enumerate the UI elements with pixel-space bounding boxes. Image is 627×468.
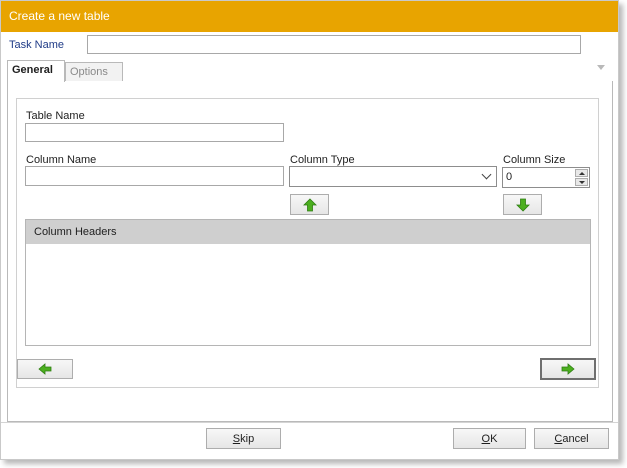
skip-button-label: Skip <box>232 432 255 445</box>
column-headers-list[interactable]: Column Headers <box>25 219 591 346</box>
ok-button-label: OK <box>481 432 498 445</box>
green-arrow-up-icon <box>302 197 317 211</box>
stepper-buttons <box>575 169 588 186</box>
stepper-down-button[interactable] <box>575 178 588 186</box>
chevron-down-icon <box>481 169 492 180</box>
dialog-title-bar: Create a new table <box>1 1 618 32</box>
caret-down-icon <box>579 181 585 184</box>
tab-scroll-icon[interactable] <box>597 65 605 70</box>
move-up-button[interactable] <box>290 194 329 215</box>
caret-up-icon <box>579 172 585 175</box>
cancel-button-label: Cancel <box>554 432 589 445</box>
column-size-stepper[interactable]: 0 <box>502 167 590 188</box>
tab-options[interactable]: Options <box>65 62 123 82</box>
green-arrow-down-icon <box>515 198 530 212</box>
move-down-button[interactable] <box>503 194 542 215</box>
stepper-up-button[interactable] <box>575 169 588 177</box>
back-button[interactable] <box>17 359 73 379</box>
table-name-input[interactable] <box>25 123 284 142</box>
column-size-value: 0 <box>506 171 513 183</box>
green-arrow-left-icon <box>38 363 52 375</box>
tab-general-label: General <box>12 64 53 76</box>
table-name-label: Table Name <box>26 110 85 122</box>
tab-options-label: Options <box>70 66 108 78</box>
column-name-input[interactable] <box>25 166 284 186</box>
column-type-select[interactable] <box>289 166 497 187</box>
create-table-dialog: Create a new table Task Name General Opt… <box>0 0 619 460</box>
column-type-label: Column Type <box>290 154 355 166</box>
task-name-label: Task Name <box>9 39 65 51</box>
column-size-label: Column Size <box>503 154 566 166</box>
task-name-input[interactable] <box>87 35 581 54</box>
footer-divider <box>1 422 618 423</box>
tab-general[interactable]: General <box>7 60 65 82</box>
next-button[interactable] <box>540 358 596 380</box>
column-headers-label: Column Headers <box>34 226 117 238</box>
skip-button[interactable]: Skip <box>206 428 281 449</box>
ok-button[interactable]: OK <box>453 428 526 449</box>
dialog-title: Create a new table <box>9 9 110 23</box>
green-arrow-right-icon <box>561 363 575 375</box>
column-headers-header: Column Headers <box>26 220 590 244</box>
cancel-button[interactable]: Cancel <box>534 428 609 449</box>
column-name-label: Column Name <box>26 154 97 166</box>
